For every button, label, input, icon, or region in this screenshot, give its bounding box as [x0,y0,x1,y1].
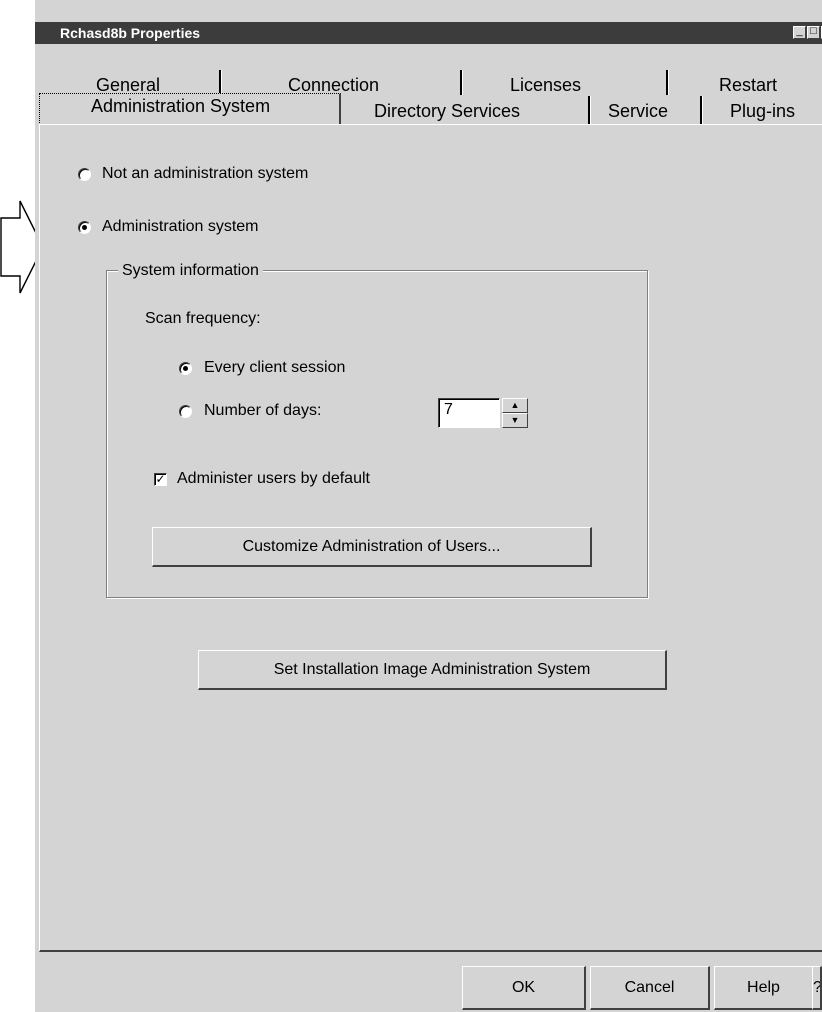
tab-directory-services[interactable]: Directory Services [374,101,520,122]
tab-licenses[interactable]: Licenses [510,75,581,96]
number-of-days-input[interactable]: 7 [438,398,500,428]
tab-service[interactable]: Service [608,101,668,122]
tab-separator [460,70,463,95]
tab-plug-ins[interactable]: Plug-ins [730,101,795,122]
customize-admin-users-button[interactable]: Customize Administration of Users... [152,527,592,567]
extra-button[interactable]: ? [812,966,822,1010]
radio-every-session[interactable] [179,362,192,375]
radio-not-admin[interactable] [78,168,91,181]
tab-separator [219,70,222,95]
tab-separator [700,96,703,124]
window-title: Rchasd8b Properties [60,25,201,41]
admin-label: Administration system [102,218,259,235]
group-title: System information [118,262,263,280]
radio-admin[interactable] [78,221,91,234]
minimize-icon[interactable]: _ [793,26,806,39]
tab-separator [666,70,669,95]
administer-users-label: Administer users by default [177,470,370,487]
tab-restart[interactable]: Restart [719,75,777,96]
spin-up-icon[interactable]: ▲ [502,398,528,413]
tab-separator [588,96,591,124]
administer-users-checkbox[interactable]: ✓ [154,473,167,486]
tab-administration-system[interactable]: Administration System [39,93,341,125]
tab-administration-system-label: Administration System [91,96,271,116]
cancel-button[interactable]: Cancel [590,966,710,1010]
radio-number-of-days[interactable] [179,405,192,418]
not-admin-label: Not an administration system [102,165,309,182]
number-of-days-label: Number of days: [204,402,322,419]
help-button[interactable]: Help [714,966,814,1010]
every-session-label: Every client session [204,359,346,376]
scan-frequency-label: Scan frequency: [145,310,261,327]
spin-down-icon[interactable]: ▼ [502,413,528,428]
set-installation-image-button[interactable]: Set Installation Image Administration Sy… [198,650,667,690]
maximize-icon[interactable]: □ [807,26,820,39]
ok-button[interactable]: OK [462,966,586,1010]
days-spinner[interactable]: ▲ ▼ [502,398,528,428]
